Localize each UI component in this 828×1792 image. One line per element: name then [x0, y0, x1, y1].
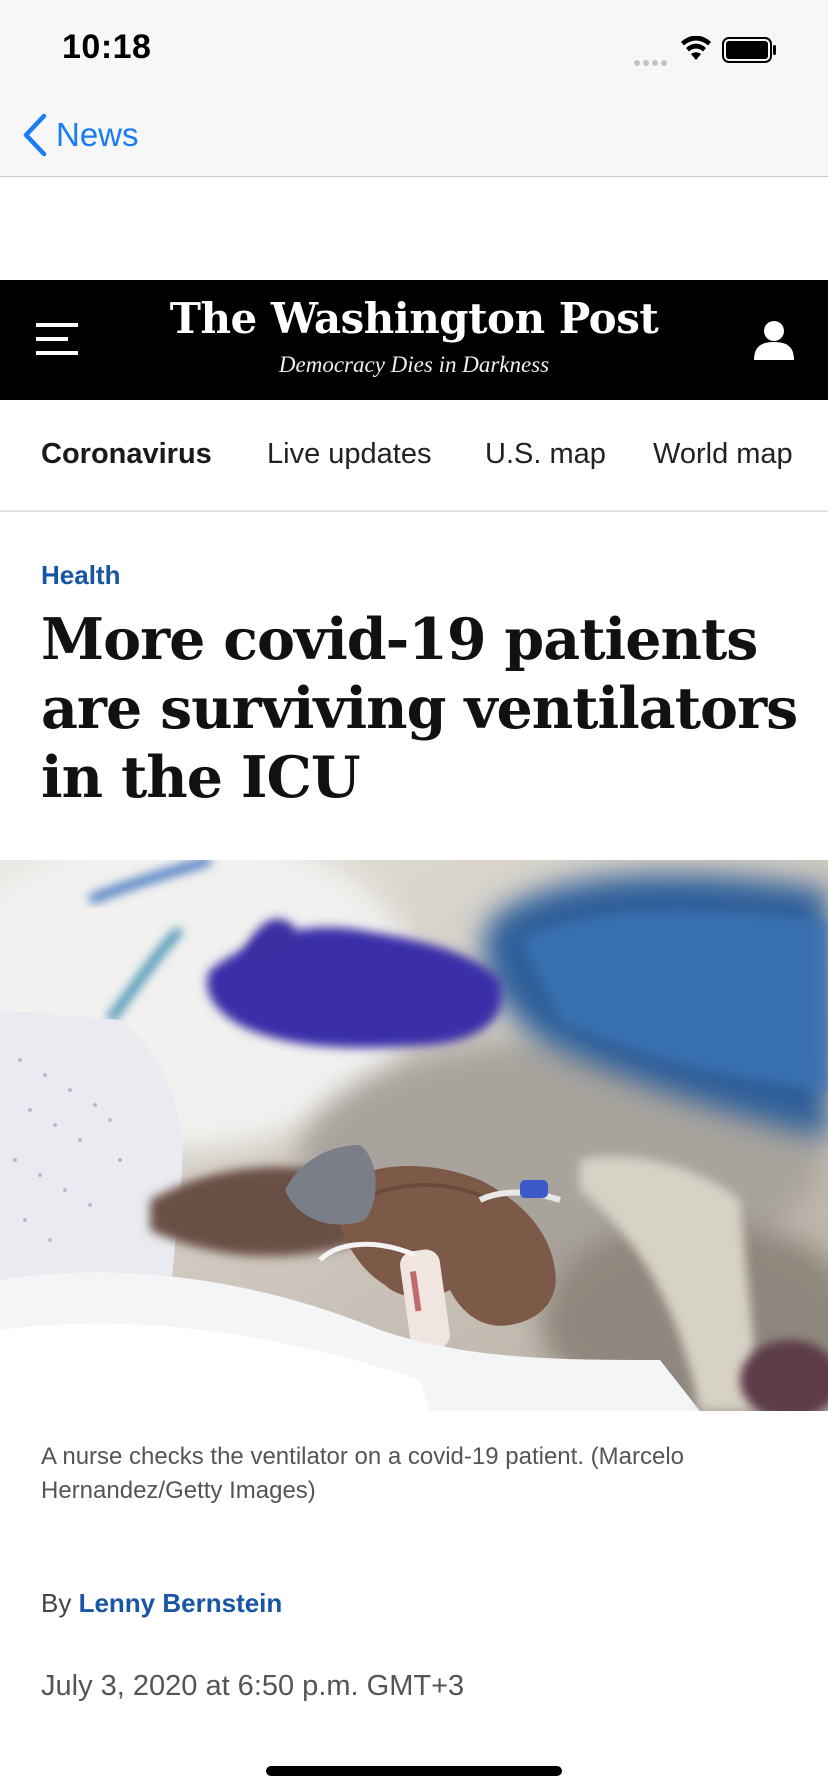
wifi-icon — [681, 36, 711, 60]
back-button-label: News — [56, 116, 139, 153]
masthead-logo[interactable]: The Washington Post Democracy Dies in Da… — [0, 290, 828, 380]
battery-icon — [722, 37, 776, 63]
subnav-item-coronavirus[interactable]: Coronavirus — [41, 438, 212, 471]
subnav-item-live-updates[interactable]: Live updates — [267, 438, 431, 471]
photo-caption: A nurse checks the ventilator on a covid… — [41, 1443, 685, 1504]
cellular-signal-icon — [634, 53, 670, 71]
photo-illustration — [0, 860, 828, 1411]
chevron-left-icon — [23, 113, 47, 157]
subnav-item-us-map[interactable]: U.S. map — [485, 438, 606, 471]
topic-subnav: Coronavirus Live updates U.S. map World … — [0, 400, 828, 512]
status-icons — [634, 36, 794, 66]
byline: By Lenny Bernstein — [41, 1588, 282, 1619]
home-indicator[interactable] — [266, 1766, 562, 1776]
navigation-bar: News — [0, 100, 828, 177]
publish-date: July 3, 2020 at 6:50 p.m. GMT+3 — [41, 1670, 465, 1702]
back-button[interactable]: News — [22, 110, 139, 160]
subnav-item-world-map[interactable]: World map — [653, 438, 793, 471]
masthead-title: The Washington Post — [169, 294, 659, 343]
user-account-icon[interactable] — [752, 318, 796, 362]
status-time: 10:18 — [62, 28, 152, 66]
author-link[interactable]: Lenny Bernstein — [79, 1588, 283, 1618]
masthead-tagline: Democracy Dies in Darkness — [278, 352, 550, 377]
site-header: The Washington Post Democracy Dies in Da… — [0, 280, 828, 400]
section-label[interactable]: Health — [41, 560, 120, 591]
article-headline: More covid-19 patients are surviving ven… — [41, 606, 798, 811]
article-photo[interactable] — [0, 860, 828, 1411]
byline-prefix: By — [41, 1588, 72, 1618]
status-bar: 10:18 — [0, 0, 828, 100]
